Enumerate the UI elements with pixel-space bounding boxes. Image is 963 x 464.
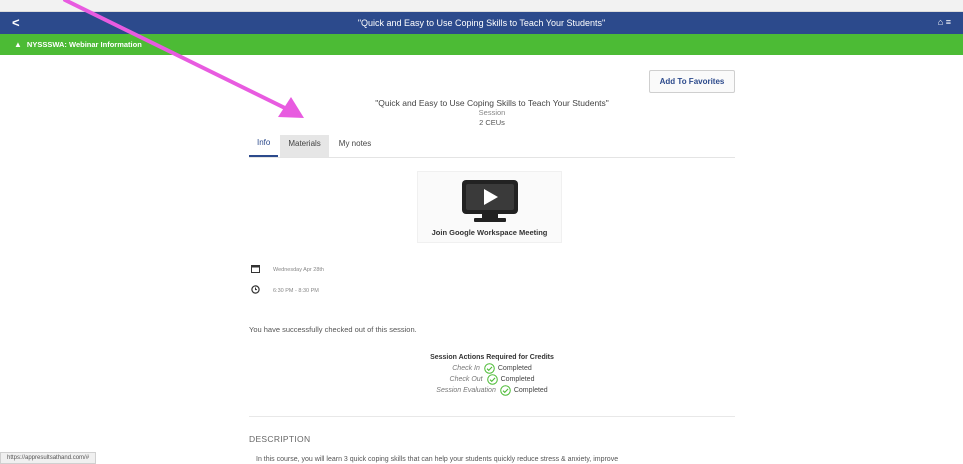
session-header: "Quick and Easy to Use Coping Skills to … — [249, 98, 735, 128]
check-circle-icon — [484, 363, 495, 374]
action-label: Session Evaluation — [436, 387, 496, 394]
action-status: Completed — [497, 365, 532, 372]
session-actions: Session Actions Required for Credits Che… — [249, 352, 735, 396]
tab-my-notes[interactable]: My notes — [331, 135, 379, 157]
session-time-row: 6:30 PM - 8:30 PM — [251, 285, 319, 296]
action-session-evaluation: Session Evaluation Completed — [249, 385, 735, 396]
clock-icon — [251, 285, 263, 296]
webinar-info-banner[interactable]: ▲ NYSSSWA: Webinar Information — [0, 34, 963, 55]
session-date-row: Wednesday Apr 28th — [251, 264, 324, 275]
action-status: Completed — [513, 387, 548, 394]
action-status: Completed — [500, 376, 535, 383]
section-divider — [249, 416, 735, 417]
play-monitor-icon — [461, 180, 518, 222]
session-date: Wednesday Apr 28th — [273, 266, 324, 273]
check-circle-icon — [486, 374, 498, 385]
home-icon[interactable]: ⌂ ≡ — [938, 17, 951, 27]
description-heading: DESCRIPTION — [249, 434, 311, 444]
session-credits: 2 CEUs — [479, 118, 505, 127]
header-title: "Quick and Easy to Use Coping Skills to … — [357, 18, 606, 28]
add-to-favorites-button[interactable]: Add To Favorites — [649, 70, 735, 93]
action-label: Check Out — [449, 376, 483, 383]
banner-label: NYSSSWA: Webinar Information — [26, 40, 142, 49]
session-tabs: Info Materials My notes — [249, 135, 735, 158]
warning-icon: ▲ — [14, 40, 22, 49]
action-check-out: Check Out Completed — [249, 374, 735, 385]
session-time: 6:30 PM - 8:30 PM — [273, 287, 319, 294]
check-circle-icon — [500, 385, 511, 396]
tab-materials[interactable]: Materials — [280, 135, 329, 157]
app-header: < "Quick and Easy to Use Coping Skills t… — [0, 12, 963, 34]
checkout-message: You have successfully checked out of thi… — [249, 325, 417, 334]
action-label: Check In — [452, 365, 480, 372]
browser-status-url: https://appresultsathand.com/# — [0, 452, 97, 464]
join-meeting-card[interactable]: Join Google Workspace Meeting — [417, 171, 562, 243]
back-button[interactable]: < — [12, 15, 20, 30]
actions-title: Session Actions Required for Credits — [430, 354, 554, 361]
description-text: In this course, you will learn 3 quick c… — [256, 456, 619, 463]
action-check-in: Check In Completed — [249, 363, 735, 374]
tab-info[interactable]: Info — [249, 135, 279, 157]
join-meeting-label: Join Google Workspace Meeting — [431, 228, 548, 237]
calendar-icon — [251, 264, 263, 275]
browser-top-strip — [0, 0, 963, 12]
session-type: Session — [478, 108, 506, 117]
session-title: "Quick and Easy to Use Coping Skills to … — [375, 98, 609, 108]
